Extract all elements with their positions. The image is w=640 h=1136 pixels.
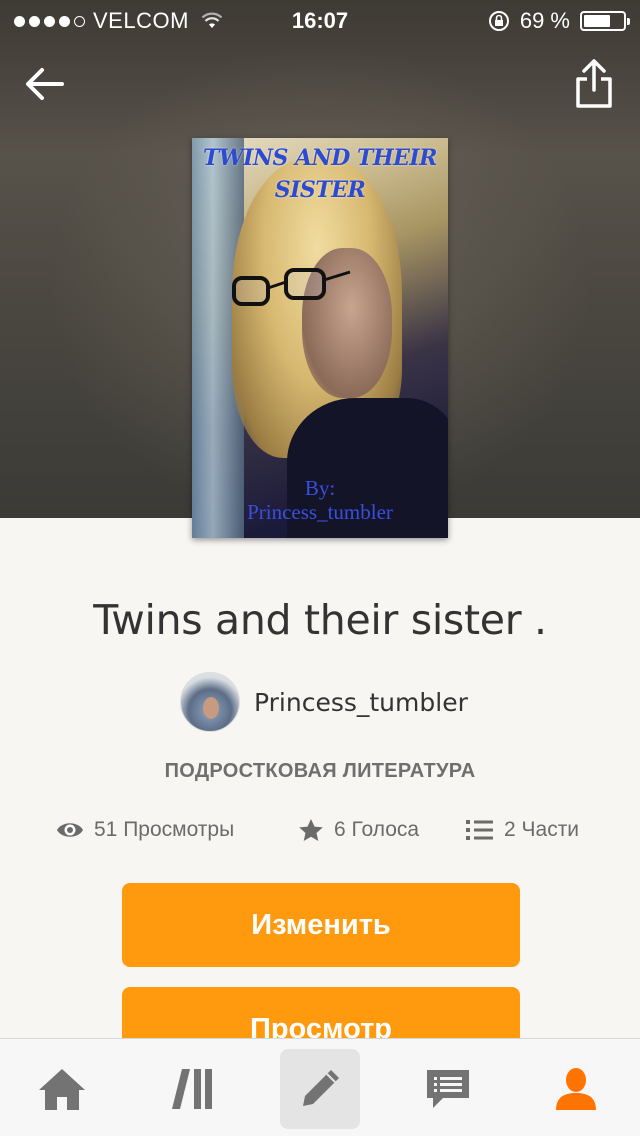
cover-byline: By: Princess_tumbler xyxy=(192,476,448,524)
cover-title: TWINS AND THEIR SISTER xyxy=(203,145,437,203)
edit-button[interactable]: Изменить xyxy=(122,883,520,967)
parts-count: 2 Части xyxy=(504,818,580,841)
profile-icon xyxy=(556,1068,596,1110)
tab-profile[interactable] xyxy=(536,1049,616,1129)
battery-icon xyxy=(580,11,630,31)
book-cover[interactable]: TWINS AND THEIR SISTER By: Princess_tumb… xyxy=(192,138,448,538)
story-category[interactable]: ПОДРОСТКОВАЯ ЛИТЕРАТУРА xyxy=(0,760,640,783)
tab-library[interactable] xyxy=(152,1049,232,1129)
status-right: 69 % xyxy=(488,8,630,34)
cover-byline-prefix: By: xyxy=(304,476,336,500)
pencil-icon xyxy=(303,1070,339,1106)
battery-percent: 69 % xyxy=(519,8,570,33)
tab-bar xyxy=(0,1038,640,1136)
home-icon xyxy=(39,1069,85,1110)
story-stats: 51 Просмотры 6 Голоса 2 Части xyxy=(0,818,640,854)
tab-home[interactable] xyxy=(22,1049,102,1129)
author-name: Princess_tumbler xyxy=(254,687,468,717)
story-title: Twins and their sister . xyxy=(93,596,547,644)
cover-glasses-graphic xyxy=(232,268,351,306)
votes-stat: 6 Голоса xyxy=(298,818,419,842)
tab-messages[interactable] xyxy=(408,1049,488,1129)
messages-icon xyxy=(427,1070,469,1108)
arrow-left-icon xyxy=(26,68,64,100)
author-link[interactable]: Princess_tumbler xyxy=(180,672,468,732)
back-button[interactable] xyxy=(22,60,70,108)
star-icon xyxy=(299,819,323,841)
status-bar: VELCOM 16:07 69 % xyxy=(0,0,640,40)
avatar xyxy=(180,672,240,732)
share-button[interactable] xyxy=(574,58,614,110)
votes-count: 6 Голоса xyxy=(334,818,420,841)
views-stat: 51 Просмотры xyxy=(56,818,234,842)
list-icon xyxy=(466,820,493,840)
eye-icon xyxy=(57,823,83,837)
views-count: 51 Просмотры xyxy=(94,818,235,841)
library-icon xyxy=(172,1069,212,1109)
cover-byline-author: Princess_tumbler xyxy=(247,500,393,524)
tab-write[interactable] xyxy=(280,1049,360,1129)
parts-stat: 2 Части xyxy=(466,818,579,842)
battery-level xyxy=(584,15,610,27)
rotation-lock-icon xyxy=(488,11,509,31)
share-icon xyxy=(576,59,612,108)
